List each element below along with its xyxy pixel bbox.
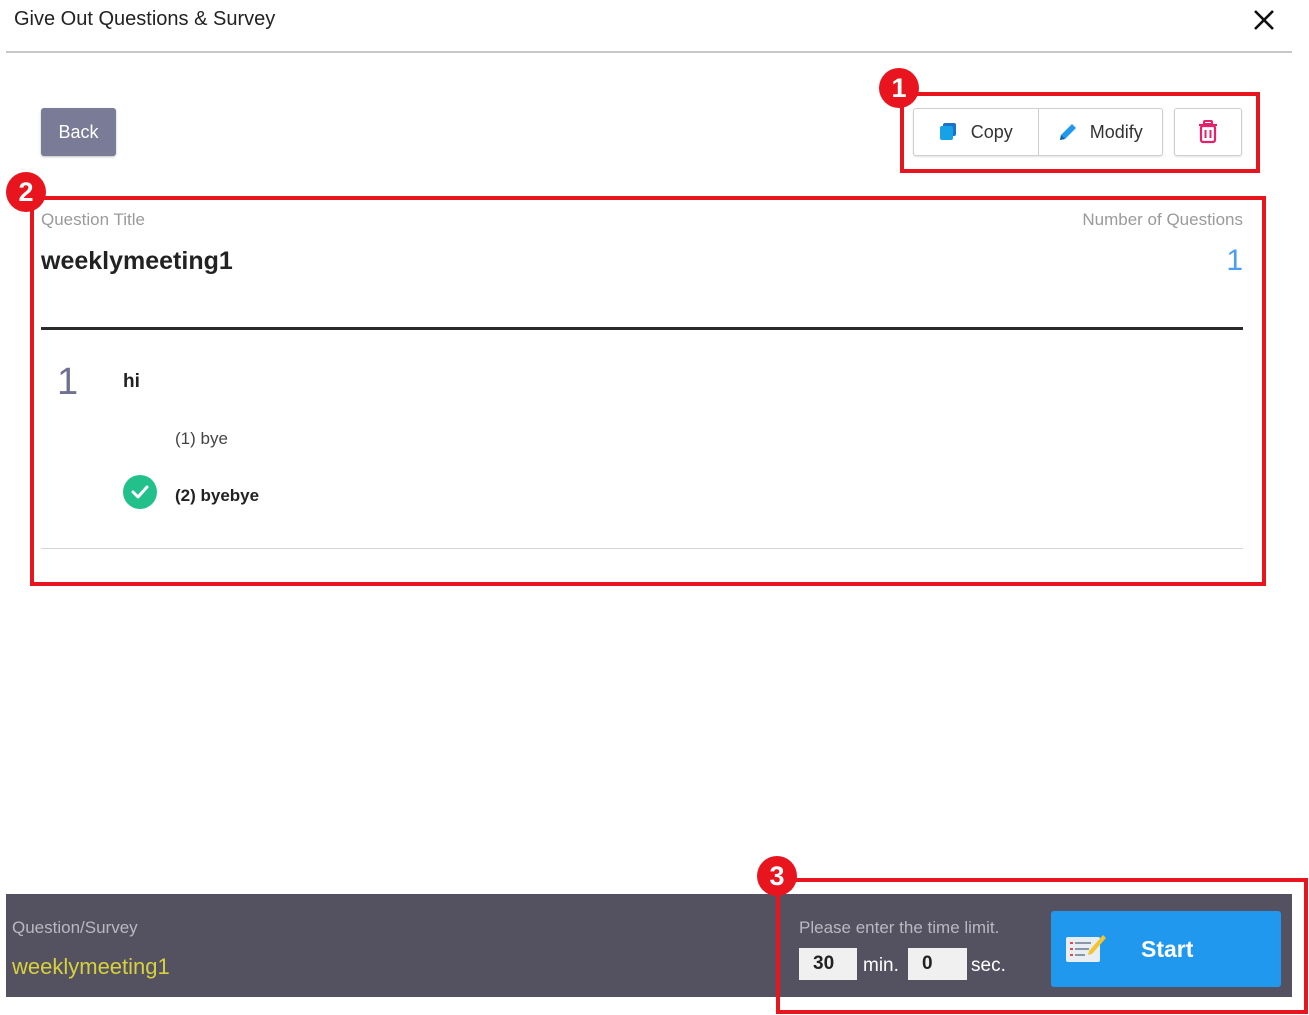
annotation-box-3 (776, 878, 1308, 1014)
annotation-badge-3: 3 (757, 856, 797, 896)
annotation-box-2 (30, 196, 1266, 586)
annotation-badge-2: 2 (6, 172, 46, 212)
dialog-title: Give Out Questions & Survey (14, 8, 276, 30)
annotation-badge-1: 1 (879, 68, 919, 108)
footer-label: Question/Survey (12, 918, 138, 937)
close-button[interactable] (1248, 2, 1280, 38)
annotation-box-1 (900, 92, 1260, 173)
footer-question-name: weeklymeeting1 (12, 954, 170, 979)
close-icon[interactable] (1248, 2, 1280, 38)
back-button[interactable]: Back (41, 108, 116, 156)
header-divider (6, 51, 1292, 53)
